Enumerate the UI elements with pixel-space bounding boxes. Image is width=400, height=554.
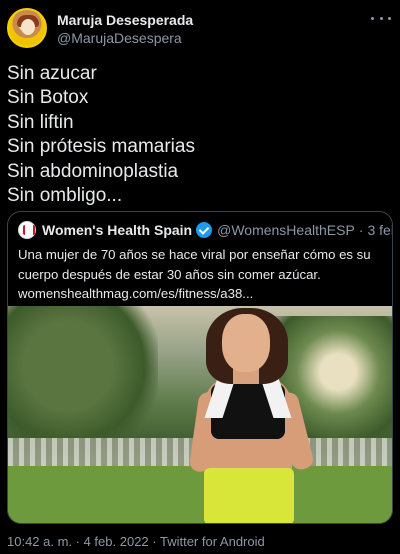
quoted-tweet-photo[interactable] xyxy=(8,306,392,523)
quoted-tweet-date[interactable]: 3 feb. xyxy=(367,222,392,238)
photo-face xyxy=(222,314,270,372)
quoted-tweet-header: Women's Health Spain @WomensHealthESP · … xyxy=(18,220,392,240)
quoted-text-line: cuerpo después de estar 30 años sin come… xyxy=(18,266,321,282)
tweet-text-line: Sin liftin xyxy=(7,111,74,133)
photo-trees-left xyxy=(8,306,158,456)
tweet-text-line: Sin abdominoplastia xyxy=(7,160,179,182)
quoted-link[interactable]: womenshealthmag.com/es/fitness/a38... xyxy=(18,284,388,304)
photo-grass xyxy=(8,466,392,523)
separator-dot: · xyxy=(358,222,364,238)
quoted-tweet-card[interactable]: Women's Health Spain @WomensHealthESP · … xyxy=(7,211,393,524)
author-avatar[interactable] xyxy=(7,8,47,48)
quoted-author-handle[interactable]: @WomensHealthESP xyxy=(217,222,355,238)
author-handle[interactable]: @MarujaDesespera xyxy=(57,30,182,46)
tweet-text-line: Sin ombligo... xyxy=(7,185,123,207)
tweet-header: Maruja Desesperada @MarujaDesespera xyxy=(7,8,393,52)
tweet-text-line: Sin prótesis mamarias xyxy=(7,136,195,158)
quoted-author-name[interactable]: Women's Health Spain xyxy=(42,222,192,238)
avatar-face xyxy=(21,19,35,35)
verified-badge-icon xyxy=(196,222,213,238)
more-horizontal-icon[interactable] xyxy=(371,10,391,26)
tweet-text-line: Sin Botox xyxy=(7,87,89,109)
quoted-tweet-text: Una mujer de 70 años se hace viral por e… xyxy=(18,245,388,304)
tweet-timestamp[interactable]: 10:42 a. m. · 4 feb. 2022 · Twitter for … xyxy=(7,534,265,549)
photo-shorts xyxy=(204,468,294,523)
quoted-text-line: Una mujer de 70 años se hace viral por e… xyxy=(18,247,371,262)
tweet-text: Sin azucar Sin Botox Sin liftin Sin prót… xyxy=(7,62,393,208)
tweet-text-line: Sin azucar xyxy=(7,63,97,84)
author-display-name[interactable]: Maruja Desesperada xyxy=(57,12,193,28)
quoted-author-avatar[interactable] xyxy=(18,221,36,239)
